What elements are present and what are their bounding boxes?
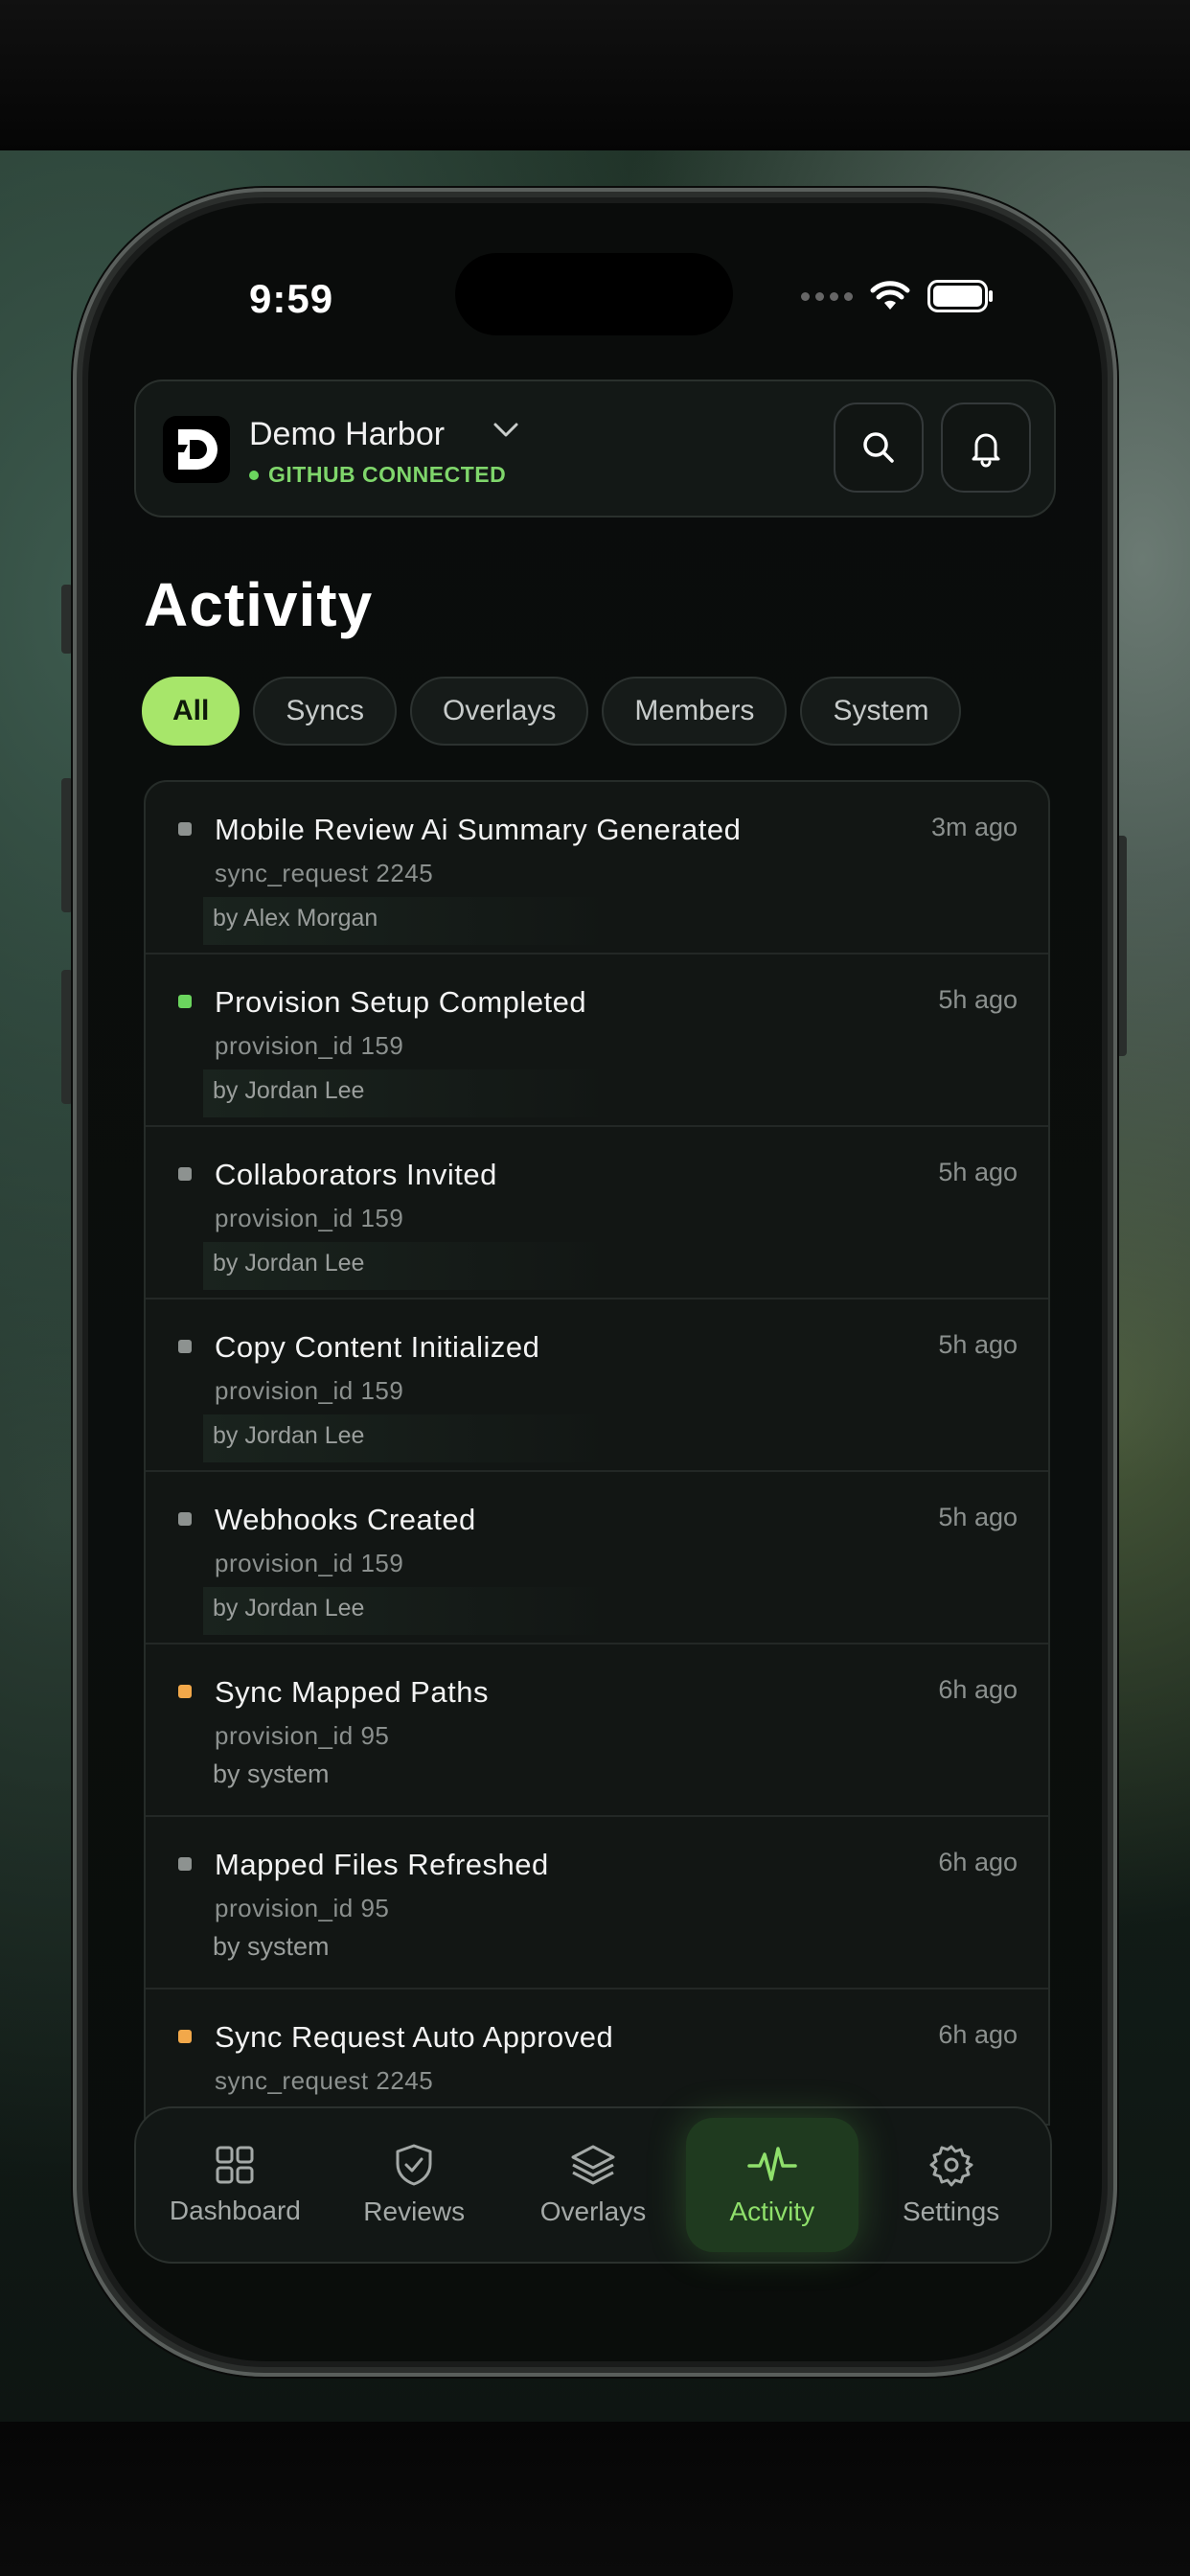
activity-time: 5h ago <box>938 1503 1018 1531</box>
layers-icon <box>571 2145 615 2185</box>
activity-row[interactable]: Sync Mapped Paths provision_id 95 by sys… <box>146 1644 1048 1817</box>
status-dot-icon <box>178 1340 192 1353</box>
activity-subtitle: provision_id 159 <box>215 1549 404 1577</box>
tab-activity[interactable]: Activity <box>685 2118 858 2252</box>
tab-settings[interactable]: Settings <box>865 2118 1038 2252</box>
search-button[interactable] <box>834 402 924 493</box>
activity-feed[interactable]: Mobile Review Ai Summary Generated sync_… <box>144 780 1050 2126</box>
activity-icon <box>747 2147 797 2181</box>
activity-title: Copy Content Initialized <box>215 1330 540 1364</box>
activity-row[interactable]: Webhooks Created provision_id 159 by Jor… <box>146 1472 1048 1644</box>
activity-title: Mobile Review Ai Summary Generated <box>215 813 742 846</box>
activity-time: 6h ago <box>938 2020 1018 2049</box>
activity-time: 3m ago <box>930 813 1018 841</box>
logo-icon <box>163 416 230 483</box>
activity-title: Mapped Files Refreshed <box>215 1848 549 1881</box>
tab-label: Activity <box>729 2196 815 2226</box>
volume-up-button <box>61 778 73 912</box>
tab-reviews[interactable]: Reviews <box>328 2118 500 2252</box>
activity-subtitle: provision_id 95 <box>215 1894 390 1922</box>
activity-row[interactable]: Collaborators Invited provision_id 159 b… <box>146 1127 1048 1300</box>
page-title: Activity <box>144 570 374 639</box>
activity-author: by Jordan Lee <box>213 1595 365 1622</box>
activity-row[interactable]: Mapped Files Refreshed provision_id 95 b… <box>146 1817 1048 1990</box>
app-screen: 9:59 Demo Harbor GITHUB CONNECTED Activi… <box>88 203 1102 2361</box>
filter-system[interactable]: System <box>800 677 962 746</box>
org-header: Demo Harbor GITHUB CONNECTED <box>134 380 1056 518</box>
activity-title: Sync Request Auto Approved <box>215 2020 614 2054</box>
activity-subtitle: provision_id 159 <box>215 1204 404 1232</box>
bottom-backdrop-band <box>0 2422 1190 2576</box>
dynamic-island <box>455 253 733 335</box>
activity-subtitle: provision_id 95 <box>215 1721 390 1750</box>
activity-subtitle: provision_id 159 <box>215 1031 404 1060</box>
status-dot-icon <box>178 822 192 836</box>
tab-bar: Dashboard Reviews Overlays Activity Sett… <box>134 2106 1052 2264</box>
volume-down-button <box>61 970 73 1104</box>
filter-overlays[interactable]: Overlays <box>410 677 589 746</box>
tab-label: Settings <box>902 2196 1000 2226</box>
chevron-down-icon[interactable] <box>491 418 521 446</box>
activity-subtitle: provision_id 159 <box>215 1376 404 1405</box>
activity-title: Provision Setup Completed <box>215 985 587 1019</box>
activity-author: by system <box>213 1932 330 1961</box>
action-button <box>61 585 73 654</box>
org-name[interactable]: Demo Harbor <box>249 416 445 453</box>
bell-icon <box>972 433 1000 468</box>
status-dot-icon <box>178 1685 192 1698</box>
status-dot-icon <box>178 1857 192 1871</box>
status-dot-icon <box>178 1167 192 1181</box>
activity-author: by Jordan Lee <box>213 1077 365 1104</box>
connection-status-label: GITHUB CONNECTED <box>268 462 507 487</box>
filter-chips: All Syncs Overlays Members System <box>142 677 962 746</box>
tab-label: Overlays <box>539 2196 647 2226</box>
gear-icon <box>929 2145 973 2187</box>
activity-row[interactable]: Provision Setup Completed provision_id 1… <box>146 954 1048 1127</box>
dashboard-icon <box>216 2146 254 2184</box>
wifi-icon <box>870 281 910 310</box>
shield-check-icon <box>396 2144 432 2186</box>
activity-time: 5h ago <box>938 1330 1018 1359</box>
activity-title: Collaborators Invited <box>215 1158 497 1191</box>
filter-all[interactable]: All <box>142 677 240 746</box>
cellular-signal-icon <box>801 291 853 301</box>
status-dot-icon <box>178 1512 192 1526</box>
activity-row[interactable]: Sync Request Auto Approved sync_request … <box>146 1990 1048 2124</box>
activity-subtitle: sync_request 2245 <box>215 859 434 887</box>
notifications-button[interactable] <box>941 402 1031 493</box>
activity-time: 6h ago <box>938 1848 1018 1876</box>
connection-status: GITHUB CONNECTED <box>249 462 506 488</box>
activity-time: 5h ago <box>938 985 1018 1014</box>
status-dot-icon <box>178 995 192 1008</box>
filter-members[interactable]: Members <box>602 677 788 746</box>
activity-author: by Jordan Lee <box>213 1250 365 1276</box>
tab-label: Reviews <box>363 2196 466 2226</box>
activity-subtitle: sync_request 2245 <box>215 2066 434 2095</box>
status-dot-icon <box>178 2030 192 2043</box>
activity-time: 5h ago <box>938 1158 1018 1186</box>
activity-row[interactable]: Mobile Review Ai Summary Generated sync_… <box>146 782 1048 954</box>
activity-time: 6h ago <box>938 1675 1018 1704</box>
top-backdrop-band <box>0 0 1190 150</box>
status-icons <box>801 280 995 312</box>
tab-label: Dashboard <box>169 2196 301 2225</box>
search-icon <box>863 432 894 463</box>
activity-author: by Alex Morgan <box>213 905 378 932</box>
activity-title: Webhooks Created <box>215 1503 476 1536</box>
connected-dot-icon <box>249 470 259 480</box>
activity-title: Sync Mapped Paths <box>215 1675 489 1709</box>
battery-icon <box>927 280 993 312</box>
activity-author: by Jordan Lee <box>213 1422 365 1449</box>
status-time: 9:59 <box>249 276 334 321</box>
activity-author: by system <box>213 1760 330 1788</box>
filter-syncs[interactable]: Syncs <box>253 677 398 746</box>
tab-overlays[interactable]: Overlays <box>507 2118 679 2252</box>
activity-row[interactable]: Copy Content Initialized provision_id 15… <box>146 1300 1048 1472</box>
tab-dashboard[interactable]: Dashboard <box>149 2118 321 2252</box>
